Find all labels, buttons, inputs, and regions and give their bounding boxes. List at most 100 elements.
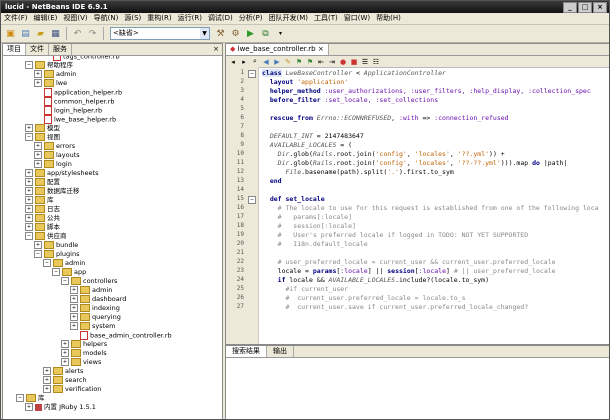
expand-icon[interactable]: + (34, 160, 42, 168)
close-button[interactable]: × (593, 2, 607, 13)
tree-node[interactable]: + admin (70, 286, 112, 295)
run-icon[interactable]: ▶ (244, 27, 257, 40)
editor-tab[interactable]: ◆ lwe_base_controller.rb × (226, 44, 329, 55)
tree-node[interactable]: + helpers (61, 340, 107, 349)
tree-node[interactable]: + dashboard (70, 295, 126, 304)
forward-icon[interactable]: ▸ (240, 58, 248, 66)
code-line[interactable]: # session[:locale] (262, 222, 356, 231)
menu-item[interactable]: 分析(P) (239, 13, 263, 24)
collapse-icon[interactable]: − (16, 394, 24, 402)
tree-node[interactable]: application_helper.rb (34, 88, 122, 97)
output-tab[interactable]: 输出 (267, 346, 294, 357)
tree-node[interactable]: + 脚本 (25, 223, 60, 232)
tree-node[interactable]: − controllers (61, 277, 117, 286)
code-line[interactable]: AVAILABLE_LOCALES = ( (262, 141, 352, 150)
expand-icon[interactable]: + (70, 304, 78, 312)
tree-node[interactable]: + models (61, 349, 107, 358)
tree-node[interactable]: + lwe (34, 79, 67, 88)
expand-icon[interactable]: + (61, 340, 69, 348)
expand-icon[interactable]: + (25, 214, 33, 222)
new-project-icon[interactable]: ▣ (4, 27, 17, 40)
menu-item[interactable]: 工具(T) (314, 13, 338, 24)
tree-node[interactable]: + system (70, 322, 116, 331)
menu-item[interactable]: 帮助(H) (376, 13, 401, 24)
expand-icon[interactable]: + (25, 187, 33, 195)
tree-node[interactable]: + search (43, 376, 87, 385)
code-line[interactable]: helper_method :user_authorizations, :use… (262, 87, 591, 96)
shift-right-icon[interactable]: ⇥ (328, 58, 336, 66)
debug-icon[interactable]: ⧉ (259, 27, 272, 40)
expand-icon[interactable]: + (25, 223, 33, 231)
code-line[interactable]: def set_locale (262, 195, 325, 204)
find-next-icon[interactable]: ▶ (273, 58, 281, 66)
build-icon[interactable]: ⚒ (214, 27, 227, 40)
tree-node[interactable]: − plugins (34, 250, 80, 259)
uncomment-icon[interactable]: ☷ (372, 58, 380, 66)
code-line[interactable]: class LweBaseController < ApplicationCon… (262, 69, 446, 78)
expand-icon[interactable]: + (43, 385, 51, 393)
tree-node[interactable]: + bundle (34, 241, 78, 250)
bookmark-icon[interactable]: ⚑ (295, 58, 303, 66)
config-combo[interactable]: <缺省> ▼ (110, 27, 210, 40)
tree-node[interactable]: + admin (34, 70, 76, 79)
code-line[interactable]: rescue_from Errno::ECONNREFUSED, :with =… (262, 114, 509, 123)
fold-icon[interactable]: − (248, 70, 256, 78)
tree-node[interactable]: − admin (43, 259, 85, 268)
collapse-icon[interactable]: − (61, 277, 69, 285)
tree-node[interactable]: − 视图 (25, 133, 60, 142)
expand-icon[interactable]: + (25, 169, 33, 177)
chevron-down-icon[interactable]: ▼ (200, 28, 209, 39)
find-icon[interactable]: ⌕ (251, 57, 259, 66)
code-line[interactable]: # current_user.save if current_user.pref… (262, 303, 528, 312)
tree-node[interactable]: − 库 (16, 394, 45, 403)
code-line[interactable]: #if current_user (262, 285, 348, 294)
menu-item[interactable]: 视图(V) (63, 13, 87, 24)
code-line[interactable]: # User's preferred locale if logged in T… (262, 231, 528, 240)
code-area[interactable]: class LweBaseController < ApplicationCon… (259, 67, 609, 344)
tree-node[interactable]: + 数据库迁移 (25, 187, 80, 196)
tree-node[interactable]: + app/stylesheets (25, 169, 98, 178)
collapse-icon[interactable]: − (25, 232, 33, 240)
shift-left-icon[interactable]: ⇤ (317, 58, 325, 66)
expand-icon[interactable]: + (61, 349, 69, 357)
expand-icon[interactable]: + (70, 313, 78, 321)
tree-node[interactable]: − 供应商 (25, 232, 67, 241)
tree-node[interactable]: + querying (70, 313, 121, 322)
record-macro-icon[interactable]: ■ (350, 58, 358, 66)
stop-macro-icon[interactable]: ● (339, 58, 347, 66)
find-previous-icon[interactable]: ◀ (262, 58, 270, 66)
tree-node[interactable]: + 配置 (25, 178, 60, 187)
code-line[interactable]: # params[:locale] (262, 213, 352, 222)
toggle-highlight-icon[interactable]: ✎ (284, 58, 292, 66)
tree-node[interactable]: + login (34, 160, 72, 169)
code-line[interactable]: before_filter :set_locale, :set_collecti… (262, 96, 438, 105)
expand-icon[interactable]: + (25, 124, 33, 132)
tree-node[interactable]: + layouts (34, 151, 80, 160)
code-line[interactable]: Dir.glob(Rails.root.join('config', 'loca… (262, 159, 568, 168)
expand-icon[interactable]: + (34, 70, 42, 78)
tree-node[interactable]: + 公共 (25, 214, 60, 223)
comment-icon[interactable]: ☰ (361, 58, 369, 66)
menu-item[interactable]: 运行(R) (178, 13, 202, 24)
open-project-icon[interactable]: ▰ (34, 27, 47, 40)
tree-node[interactable]: + 内置 JRuby 1.5.1 (25, 403, 96, 412)
collapse-icon[interactable]: − (43, 259, 51, 267)
menu-item[interactable]: 团队开发(M) (268, 13, 308, 24)
tree-node[interactable]: + 模型 (25, 124, 60, 133)
expand-icon[interactable]: + (61, 358, 69, 366)
tree-node[interactable]: + verification (43, 385, 101, 394)
save-all-icon[interactable]: ▦ (49, 27, 62, 40)
dropdown-icon[interactable]: ▾ (274, 27, 287, 40)
clean-build-icon[interactable]: ⚙ (229, 27, 242, 40)
menu-item[interactable]: 调试(D) (208, 13, 233, 24)
expand-icon[interactable]: + (70, 286, 78, 294)
code-line[interactable]: layout 'application' (262, 78, 348, 87)
collapse-icon[interactable]: − (34, 250, 42, 258)
menu-item[interactable]: 源(S) (124, 13, 141, 24)
tree-node[interactable]: + indexing (70, 304, 120, 313)
fold-icon[interactable]: − (248, 196, 256, 204)
redo-icon[interactable]: ↷ (86, 27, 99, 40)
tree-node[interactable]: + 日志 (25, 205, 60, 214)
code-line[interactable]: DEFAULT_INT = 2147483647 (262, 132, 364, 141)
expand-icon[interactable]: + (25, 403, 33, 411)
